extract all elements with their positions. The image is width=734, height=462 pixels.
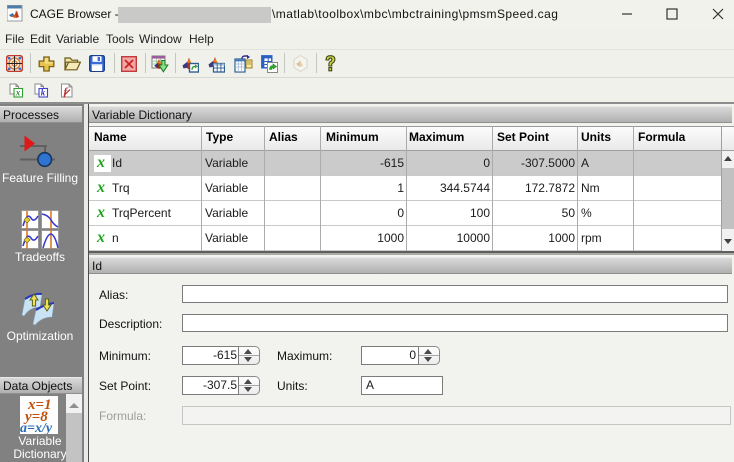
svg-text:k: k	[41, 88, 46, 98]
svg-text:x: x	[15, 88, 21, 98]
svg-text:a=x/y: a=x/y	[20, 421, 53, 434]
